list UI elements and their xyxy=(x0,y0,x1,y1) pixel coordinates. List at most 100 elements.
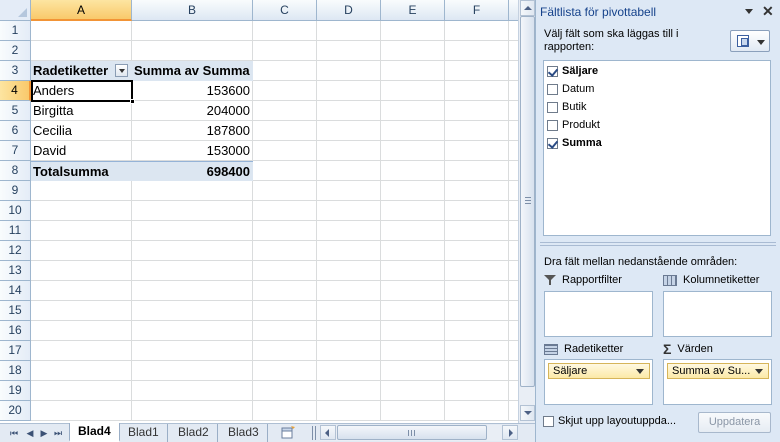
sheet-tab-blad1[interactable]: Blad1 xyxy=(120,424,168,442)
row-header[interactable]: 11 xyxy=(0,221,31,241)
row-header[interactable]: 2 xyxy=(0,41,31,61)
vertical-scrollbar[interactable] xyxy=(518,0,535,423)
row-header[interactable]: 16 xyxy=(0,321,31,341)
field-item-produkt[interactable]: Produkt xyxy=(547,117,600,133)
column-header-e[interactable]: E xyxy=(381,0,445,21)
pivot-row-value[interactable]: 204000 xyxy=(132,101,253,121)
pivot-row-value[interactable]: 187800 xyxy=(132,121,253,141)
row-header[interactable]: 17 xyxy=(0,341,31,361)
chevron-down-icon[interactable] xyxy=(636,369,644,374)
row-header[interactable]: 20 xyxy=(0,401,31,421)
pivot-row-label[interactable]: David xyxy=(31,141,132,161)
field-list: Säljare Datum Butik Produkt Summa xyxy=(543,60,771,236)
pivot-row-label[interactable]: Cecilia xyxy=(31,121,132,141)
pivot-header-value[interactable]: Summa av Summa xyxy=(132,61,253,81)
row-header[interactable]: 10 xyxy=(0,201,31,221)
row-header[interactable]: 5 xyxy=(0,101,31,121)
field-label: Datum xyxy=(562,83,595,95)
scroll-up-icon[interactable] xyxy=(520,0,535,16)
field-label: Butik xyxy=(562,101,587,113)
field-item-butik[interactable]: Butik xyxy=(547,99,586,115)
next-sheet-icon[interactable]: ▶ xyxy=(38,427,50,439)
column-headers: A B C D E F xyxy=(31,0,529,21)
column-header-f[interactable]: F xyxy=(445,0,509,21)
values-text: Värden xyxy=(677,343,713,355)
report-filter-label: Rapportfilter xyxy=(544,272,622,288)
pivot-total-label[interactable]: Totalsumma xyxy=(31,161,132,181)
field-label: Säljare xyxy=(562,65,599,77)
panel-options-dropdown-icon[interactable] xyxy=(745,9,753,14)
row-header[interactable]: 15 xyxy=(0,301,31,321)
column-header-d[interactable]: D xyxy=(317,0,381,21)
pivot-row-label[interactable]: Birgitta xyxy=(31,101,132,121)
horizontal-scrollbar[interactable] xyxy=(320,425,518,441)
field-item-summa[interactable]: Summa xyxy=(547,135,602,151)
report-filter-drop-area[interactable] xyxy=(544,291,653,337)
values-drop-area[interactable]: Summa av Su... xyxy=(663,359,772,405)
row-header[interactable]: 3 xyxy=(0,61,31,81)
row-header[interactable]: 13 xyxy=(0,261,31,281)
row-labels-filter-dropdown-icon[interactable] xyxy=(115,64,128,77)
row-header[interactable]: 4 xyxy=(0,81,31,101)
checkbox-datum[interactable] xyxy=(547,83,558,95)
last-sheet-icon[interactable]: ⏭ xyxy=(52,427,64,439)
pivot-field-list-panel: Fältlista för pivottabell ✕ Välj fält so… xyxy=(535,0,780,442)
update-button[interactable]: Uppdatera xyxy=(698,412,771,433)
chevron-down-icon xyxy=(757,40,765,45)
panel-splitter[interactable] xyxy=(540,242,776,246)
row-header[interactable]: 19 xyxy=(0,381,31,401)
close-icon[interactable]: ✕ xyxy=(762,3,774,20)
checkbox-produkt[interactable] xyxy=(547,119,558,131)
row-header[interactable]: 14 xyxy=(0,281,31,301)
column-header-c[interactable]: C xyxy=(253,0,317,21)
row-header[interactable]: 1 xyxy=(0,21,31,41)
row-header[interactable]: 12 xyxy=(0,241,31,261)
scroll-left-icon[interactable] xyxy=(320,425,336,440)
pivot-row-value[interactable]: 153600 xyxy=(132,81,253,101)
horizontal-scroll-thumb[interactable] xyxy=(337,425,487,440)
field-item-datum[interactable]: Datum xyxy=(547,81,594,97)
first-sheet-icon[interactable]: ⏮ xyxy=(8,427,20,439)
checkbox-saljare[interactable] xyxy=(547,65,558,77)
row-header[interactable]: 18 xyxy=(0,361,31,381)
prev-sheet-icon[interactable]: ◀ xyxy=(24,427,36,439)
insert-sheet-icon[interactable] xyxy=(281,426,295,439)
row-labels-drop-area[interactable]: Säljare xyxy=(544,359,653,405)
row-header[interactable]: 6 xyxy=(0,121,31,141)
column-header-a[interactable]: A xyxy=(31,0,132,21)
panel-title: Fältlista för pivottabell xyxy=(540,5,657,19)
defer-layout-update[interactable]: Skjut upp layoutuppda... xyxy=(543,415,676,427)
cell-area[interactable]: Radetiketter Summa av Summa Anders 15360… xyxy=(31,21,518,421)
sigma-icon: Σ xyxy=(663,341,672,357)
checkbox-summa[interactable] xyxy=(547,137,558,149)
sheet-tab-blad4[interactable]: Blad4 xyxy=(69,423,120,442)
select-all-corner[interactable] xyxy=(0,0,31,21)
sheet-tab-blad2[interactable]: Blad2 xyxy=(170,424,218,442)
defer-label: Skjut upp layoutuppda... xyxy=(558,415,677,427)
defer-checkbox[interactable] xyxy=(543,415,554,427)
field-instruction: Välj fält som ska läggas till i rapporte… xyxy=(544,28,679,53)
layout-options-button[interactable] xyxy=(730,30,770,52)
row-field-pill[interactable]: Säljare xyxy=(548,363,650,379)
field-label: Produkt xyxy=(562,119,600,131)
sheet-tab-blad3[interactable]: Blad3 xyxy=(220,424,268,442)
column-header-b[interactable]: B xyxy=(132,0,253,21)
chevron-down-icon[interactable] xyxy=(755,369,763,374)
scroll-down-icon[interactable] xyxy=(520,405,535,421)
scroll-right-icon[interactable] xyxy=(502,425,518,440)
areas-instruction: Dra fält mellan nedanstående områden: xyxy=(544,256,738,268)
pivot-header-row-labels-text: Radetiketter xyxy=(33,63,109,78)
checkbox-butik[interactable] xyxy=(547,101,558,113)
pivot-row-value[interactable]: 153000 xyxy=(132,141,253,161)
row-header[interactable]: 8 xyxy=(0,161,31,181)
vertical-scroll-thumb[interactable] xyxy=(520,16,535,387)
sheet-tab-bar: ⏮ ◀ ▶ ⏭ Blad4 Blad1 Blad2 Blad3 xyxy=(0,423,535,442)
tab-split-handle[interactable] xyxy=(312,426,316,440)
column-labels-drop-area[interactable] xyxy=(663,291,772,337)
row-header[interactable]: 7 xyxy=(0,141,31,161)
pivot-total-value[interactable]: 698400 xyxy=(132,161,253,181)
row-header[interactable]: 9 xyxy=(0,181,31,201)
value-field-pill[interactable]: Summa av Su... xyxy=(667,363,769,379)
pivot-row-label[interactable]: Anders xyxy=(31,81,132,101)
field-item-saljare[interactable]: Säljare xyxy=(547,63,598,79)
